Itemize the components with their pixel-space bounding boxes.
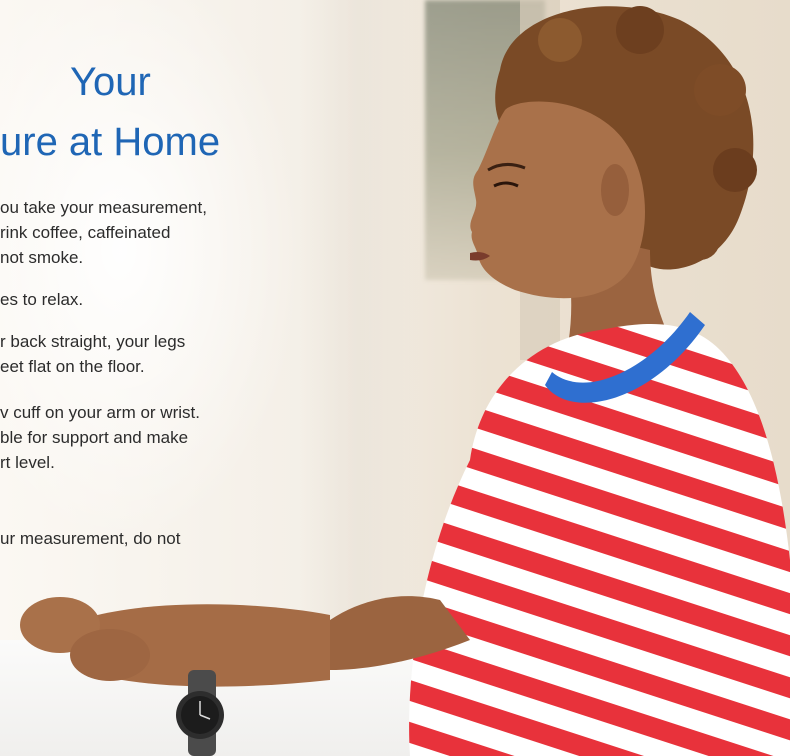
woman-photo: [20, 6, 790, 756]
